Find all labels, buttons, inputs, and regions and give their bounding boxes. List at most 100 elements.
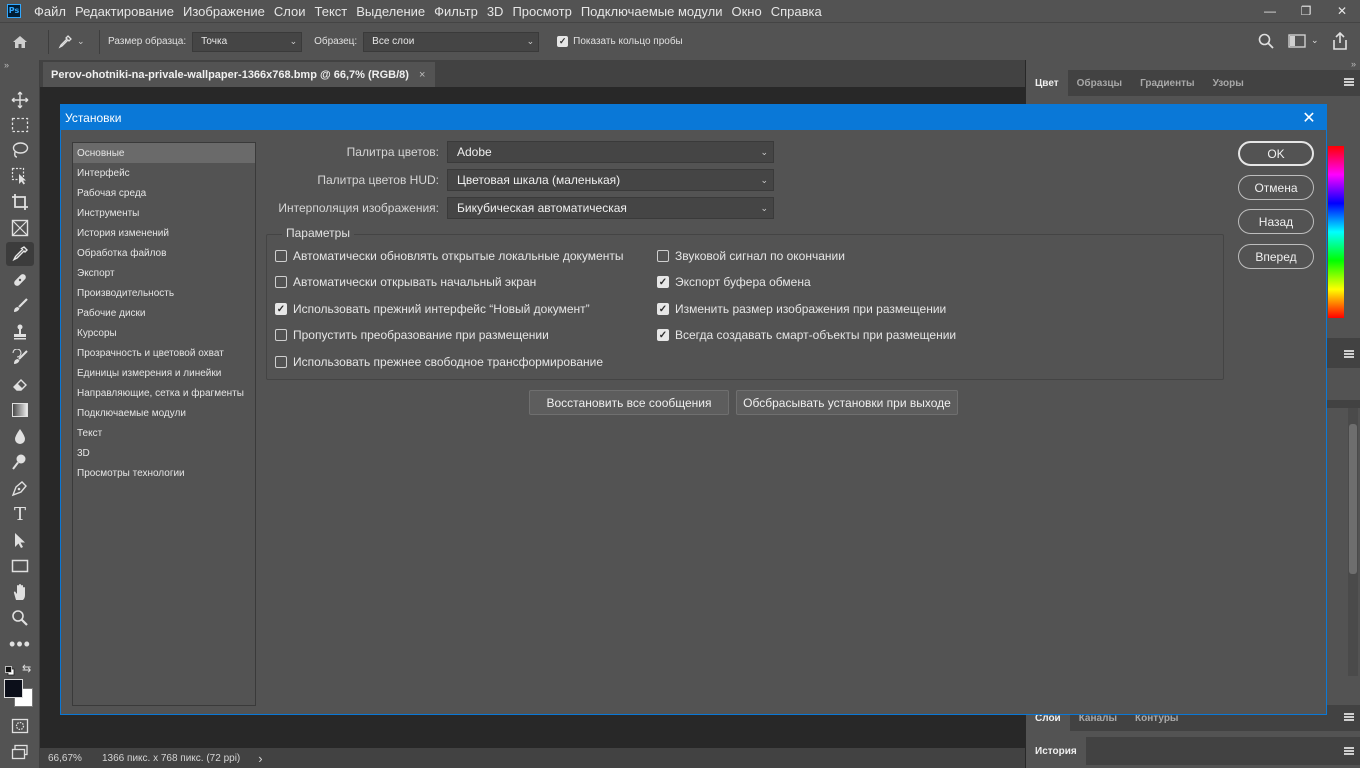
nav-item-tools[interactable]: Инструменты bbox=[73, 203, 255, 223]
nav-item-export[interactable]: Экспорт bbox=[73, 263, 255, 283]
hand-tool-icon[interactable] bbox=[6, 580, 34, 604]
nav-item-history-log[interactable]: История изменений bbox=[73, 223, 255, 243]
option-resize-on-place[interactable]: ✓ Изменить размер изображения при размещ… bbox=[657, 301, 946, 317]
color-spectrum[interactable] bbox=[1328, 146, 1344, 318]
chevron-down-icon[interactable]: ⌄ bbox=[1311, 35, 1319, 46]
menu-plugins[interactable]: Подключаемые модули bbox=[581, 4, 729, 19]
tab-history[interactable]: История bbox=[1026, 737, 1086, 765]
panel-menu-icon[interactable] bbox=[1344, 747, 1354, 755]
foreground-color-swatch[interactable] bbox=[4, 679, 23, 698]
nav-item-scratch-disks[interactable]: Рабочие диски bbox=[73, 303, 255, 323]
cancel-button[interactable]: Отмена bbox=[1238, 175, 1314, 200]
move-tool-icon[interactable] bbox=[6, 88, 34, 112]
crop-tool-icon[interactable] bbox=[6, 190, 34, 214]
reset-on-quit-button[interactable]: Обсбрасывать установки при выходе bbox=[736, 390, 958, 415]
minimize-icon[interactable]: — bbox=[1252, 0, 1288, 22]
gradient-tool-icon[interactable] bbox=[6, 398, 34, 422]
option-auto-update-docs[interactable]: Автоматически обновлять открытые локальн… bbox=[275, 248, 623, 264]
share-icon[interactable] bbox=[1332, 31, 1348, 53]
menu-layers[interactable]: Слои bbox=[274, 4, 312, 19]
tab-patterns[interactable]: Узоры bbox=[1204, 70, 1253, 96]
nav-item-interface[interactable]: Интерфейс bbox=[73, 163, 255, 183]
pen-tool-icon[interactable] bbox=[6, 476, 34, 500]
restore-icon[interactable]: ❐ bbox=[1288, 0, 1324, 22]
lasso-tool-icon[interactable] bbox=[6, 138, 34, 162]
toolbar-collapse-icon[interactable]: » bbox=[4, 60, 9, 70]
nav-item-units-rulers[interactable]: Единицы измерения и линейки bbox=[73, 363, 255, 383]
path-selection-tool-icon[interactable] bbox=[6, 528, 34, 552]
frame-tool-icon[interactable] bbox=[6, 216, 34, 240]
menu-3d[interactable]: 3D bbox=[487, 4, 510, 19]
checkbox[interactable] bbox=[275, 329, 287, 341]
zoom-level[interactable]: 66,67% bbox=[48, 753, 94, 764]
swap-colors-icon[interactable]: ⇆ bbox=[22, 662, 31, 675]
checkbox[interactable]: ✓ bbox=[657, 329, 669, 341]
panel-menu-icon[interactable] bbox=[1344, 713, 1354, 721]
show-ring-checkbox[interactable]: ✓ bbox=[557, 36, 569, 47]
checkbox[interactable]: ✓ bbox=[657, 276, 669, 288]
workspace-icon[interactable] bbox=[1288, 34, 1306, 51]
tab-gradients[interactable]: Градиенты bbox=[1131, 70, 1204, 96]
document-tab[interactable]: Perov-ohotniki-na-privale-wallpaper-1366… bbox=[43, 62, 436, 87]
menu-select[interactable]: Выделение bbox=[356, 4, 431, 19]
nav-item-workspace[interactable]: Рабочая среда bbox=[73, 183, 255, 203]
option-auto-show-home[interactable]: Автоматически открывать начальный экран bbox=[275, 274, 536, 290]
nav-item-transparency-gamut[interactable]: Прозрачность и цветовой охват bbox=[73, 343, 255, 363]
screen-mode-icon[interactable] bbox=[6, 740, 34, 764]
menu-help[interactable]: Справка bbox=[771, 4, 828, 19]
nav-item-performance[interactable]: Производительность bbox=[73, 283, 255, 303]
menu-window[interactable]: Окно bbox=[731, 4, 767, 19]
healing-brush-tool-icon[interactable] bbox=[6, 268, 34, 292]
sample-size-select[interactable]: Точка ⌄ bbox=[192, 31, 303, 52]
color-picker-select[interactable]: Adobe ⌄ bbox=[447, 141, 774, 163]
nav-item-cursors[interactable]: Курсоры bbox=[73, 323, 255, 343]
menu-view[interactable]: Просмотр bbox=[512, 4, 577, 19]
search-icon[interactable] bbox=[1258, 33, 1274, 52]
status-menu-arrow[interactable]: › bbox=[258, 751, 262, 766]
menu-file[interactable]: Файл bbox=[34, 4, 72, 19]
menu-type[interactable]: Текст bbox=[315, 4, 354, 19]
option-beep-when-done[interactable]: Звуковой сигнал по окончании bbox=[657, 248, 845, 264]
nav-item-type[interactable]: Текст bbox=[73, 423, 255, 443]
ok-button[interactable]: OK bbox=[1238, 141, 1314, 166]
menu-edit[interactable]: Редактирование bbox=[75, 4, 180, 19]
option-export-clipboard[interactable]: ✓ Экспорт буфера обмена bbox=[657, 274, 811, 290]
panel-dock-collapse-icon[interactable]: » bbox=[1351, 59, 1356, 69]
eyedropper-tool-icon[interactable] bbox=[6, 242, 34, 266]
panel-menu-icon[interactable] bbox=[1344, 78, 1354, 86]
interpolation-select[interactable]: Бикубическая автоматическая ⌄ bbox=[447, 197, 774, 219]
clone-stamp-tool-icon[interactable] bbox=[6, 320, 34, 344]
nav-item-general[interactable]: Основные bbox=[73, 143, 255, 163]
menu-filter[interactable]: Фильтр bbox=[434, 4, 484, 19]
dodge-tool-icon[interactable] bbox=[6, 450, 34, 474]
hud-picker-select[interactable]: Цветовая шкала (маленькая) ⌄ bbox=[447, 169, 774, 191]
zoom-tool-icon[interactable] bbox=[6, 606, 34, 630]
close-tab-icon[interactable]: × bbox=[419, 69, 425, 81]
show-ring-toggle[interactable]: ✓ Показать кольцо пробы bbox=[557, 36, 683, 47]
nav-item-guides-grid-slices[interactable]: Направляющие, сетка и фрагменты bbox=[73, 383, 255, 403]
panel-scroll-thumb[interactable] bbox=[1349, 424, 1357, 574]
nav-item-3d[interactable]: 3D bbox=[73, 443, 255, 463]
nav-item-file-handling[interactable]: Обработка файлов bbox=[73, 243, 255, 263]
menu-image[interactable]: Изображение bbox=[183, 4, 271, 19]
checkbox[interactable] bbox=[657, 250, 669, 262]
checkbox[interactable] bbox=[275, 276, 287, 288]
type-tool-icon[interactable]: T bbox=[6, 502, 34, 526]
eyedropper-tool-preset-icon[interactable]: ⌄ bbox=[57, 34, 91, 50]
option-legacy-free-transform[interactable]: Использовать прежнее свободное трансформ… bbox=[275, 354, 603, 370]
reset-all-warnings-button[interactable]: Восстановить все сообщения bbox=[529, 390, 729, 415]
dialog-titlebar[interactable]: Установки ✕ bbox=[61, 105, 1326, 130]
forward-button[interactable]: Вперед bbox=[1238, 244, 1314, 269]
nav-item-plugins[interactable]: Подключаемые модули bbox=[73, 403, 255, 423]
option-skip-transform-on-place[interactable]: Пропустить преобразование при размещении bbox=[275, 327, 549, 343]
checkbox[interactable] bbox=[275, 356, 287, 368]
checkbox[interactable]: ✓ bbox=[275, 303, 287, 315]
blur-tool-icon[interactable] bbox=[6, 424, 34, 448]
object-selection-tool-icon[interactable] bbox=[6, 164, 34, 188]
history-brush-tool-icon[interactable] bbox=[6, 346, 34, 370]
close-icon[interactable]: ✕ bbox=[1292, 105, 1326, 130]
home-icon[interactable] bbox=[0, 23, 40, 61]
sample-select[interactable]: Все слои ⌄ bbox=[363, 31, 540, 52]
option-always-smart-objects[interactable]: ✓ Всегда создавать смарт-объекты при раз… bbox=[657, 327, 956, 343]
panel-menu-icon[interactable] bbox=[1344, 350, 1354, 358]
